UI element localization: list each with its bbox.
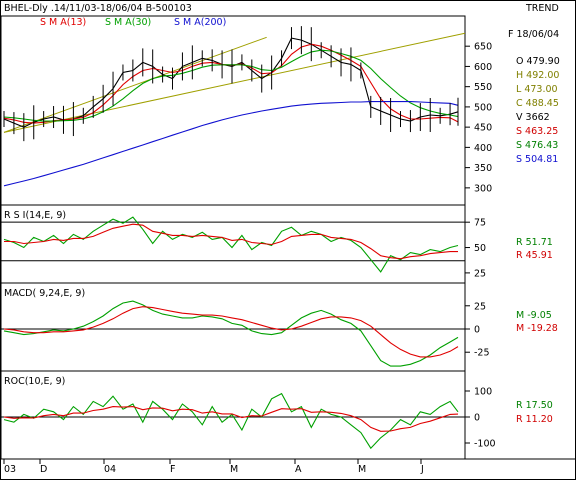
open-value: O 479.90 [516,56,560,67]
rsi-ytick-label-0: 75 [474,218,486,229]
legend-sma200: S M A(200) [174,17,226,28]
date-label-4: M [230,464,238,475]
roc-signal-value: R 11.20 [516,414,553,425]
trend-label: TREND [525,3,559,14]
roc-ytick-label-1: 0 [474,413,480,424]
macd-ytick-label-1: 0 [474,325,480,336]
close-value: C 488.45 [516,98,559,109]
price-date-value: F 18/06/04 [508,29,559,40]
price-ytick-label-4: 450 [474,123,492,134]
legend-sma30: S M A(30) [105,17,151,28]
date-label-0: 03 [4,464,16,475]
rsi-value: R 51.71 [516,237,553,248]
roc-ytick-label-2: -100 [474,439,496,450]
price-ytick-label-0: 650 [474,42,492,53]
date-label-1: D [40,464,47,475]
macd-ytick-label-2: -25 [474,348,490,359]
price-ytick-label-2: 550 [474,82,492,93]
chart-window: BHEL-Dly .14/11/03-18/06/04 B-500103 TRE… [0,0,576,480]
volume-value: V 3662 [516,112,550,123]
roc-ytick-label-0: 100 [474,387,492,398]
price-ytick-label-3: 500 [474,102,492,113]
legend-sma13: S M A(13) [40,17,86,28]
sma200-value: S 504.81 [516,154,558,165]
macd-ytick-label-0: 25 [474,301,486,312]
date-label-2: 04 [104,464,116,475]
rsi-ytick-label-2: 25 [474,268,486,279]
macd-signal-value: M -19.28 [516,323,558,334]
sma30-value: S 476.43 [516,140,558,151]
chart-title: BHEL-Dly .14/11/03-18/06/04 B-500103 [4,3,192,14]
high-value: H 492.00 [516,70,559,81]
price-ytick-label-5: 400 [474,143,492,154]
low-value: L 473.00 [516,84,558,95]
macd-title: MACD( 9,24,E, 9) [4,288,85,299]
roc-title: ROC(10,E, 9) [4,376,65,387]
price-ytick-label-6: 350 [474,163,492,174]
price-ytick-label-7: 300 [474,183,492,194]
rsi-ytick-label-1: 50 [474,243,486,254]
date-label-7: J [420,464,424,475]
stock-chart: BHEL-Dly .14/11/03-18/06/04 B-500103 TRE… [0,0,576,480]
date-label-5: A [295,464,302,475]
rsi-signal-value: R 45.91 [516,250,553,261]
date-label-3: F [170,464,175,475]
roc-value: R 17.50 [516,400,553,411]
sma13-value: S 463.25 [516,126,558,137]
macd-value: M -9.05 [516,310,552,321]
price-ytick-label-1: 600 [474,62,492,73]
rsi-title: R S I(14,E, 9) [4,210,66,221]
date-label-6: M [358,464,366,475]
